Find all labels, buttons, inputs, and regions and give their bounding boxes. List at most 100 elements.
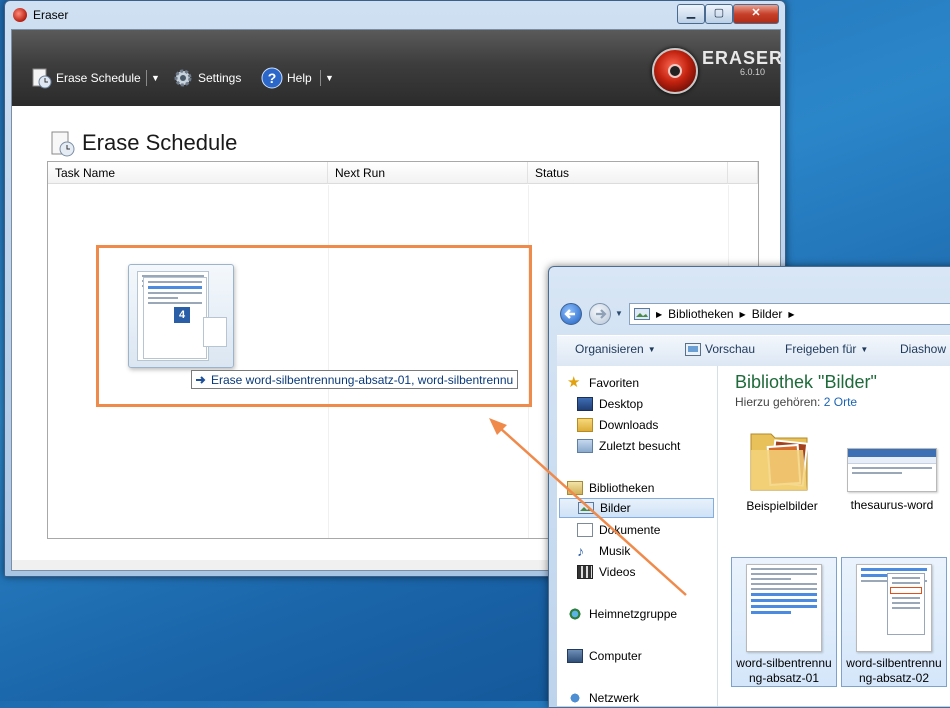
preview-button[interactable]: Vorschau <box>685 342 755 356</box>
nav-favorites[interactable]: ★ Favoriten <box>567 373 639 393</box>
nav-recent-label: Zuletzt besucht <box>599 439 681 453</box>
drag-ghost-image: 4 <box>128 264 234 368</box>
toolbar-separator <box>146 70 147 86</box>
nav-documents[interactable]: Dokumente <box>577 520 660 540</box>
network-icon <box>567 691 583 705</box>
maximize-button[interactable]: ▢ <box>705 4 733 24</box>
share-label: Freigeben für <box>785 342 857 356</box>
window-title: Eraser <box>33 8 69 22</box>
settings-label: Settings <box>198 71 242 85</box>
help-label: Help <box>287 71 312 85</box>
desktop-icon <box>577 397 593 411</box>
breadcrumb-pictures[interactable]: Bilder <box>752 307 783 321</box>
nav-favorites-label: Favoriten <box>589 376 640 390</box>
column-header-next-run[interactable]: Next Run <box>328 162 528 184</box>
erase-schedule-dropdown-arrow[interactable]: ▼ <box>151 68 160 88</box>
erase-schedule-button[interactable]: Erase Schedule <box>30 68 141 89</box>
eraser-app-icon <box>13 8 27 22</box>
library-title: Bibliothek "Bilder" <box>735 372 877 392</box>
nav-desktop-label: Desktop <box>599 397 644 411</box>
logo-name: ERASER <box>702 48 784 68</box>
file-item-thesaurus-word[interactable]: thesaurus-word <box>844 426 940 536</box>
help-icon: ? <box>261 67 283 89</box>
nav-pictures-label: Bilder <box>600 501 631 515</box>
file-item-word-silbentrennung-absatz-02[interactable]: word-silbentrennung-absatz-02 <box>841 557 947 687</box>
nav-homegroup[interactable]: Heimnetzgruppe <box>567 604 677 624</box>
documents-icon <box>577 523 593 537</box>
drag-tooltip-text: Erase word-silbentrennung-absatz-01, wor… <box>211 372 514 387</box>
computer-icon <box>567 649 583 663</box>
image-thumbnail <box>847 448 937 492</box>
nav-libraries[interactable]: Bibliotheken <box>567 478 654 498</box>
eraser-toolbar: Erase Schedule ▼ Settings ? Help ▼ ERASE… <box>12 30 784 106</box>
drag-tooltip: Erase word-silbentrennung-absatz-01, wor… <box>191 370 519 389</box>
nav-downloads[interactable]: Downloads <box>577 415 658 435</box>
nav-network[interactable]: Netzwerk <box>567 688 639 708</box>
breadcrumb-libraries[interactable]: Bibliotheken <box>668 307 733 321</box>
page-title: Erase Schedule <box>82 130 238 155</box>
help-dropdown-arrow[interactable]: ▼ <box>325 68 334 88</box>
videos-icon <box>577 565 593 579</box>
recent-places-icon <box>577 439 593 453</box>
library-locations-link[interactable]: 2 Orte <box>824 395 857 409</box>
nav-videos[interactable]: Videos <box>577 562 635 582</box>
nav-network-label: Netzwerk <box>589 691 640 705</box>
ghost-page-small <box>203 317 227 347</box>
chevron-down-icon: ▼ <box>860 344 869 354</box>
organize-button[interactable]: Organisieren ▼ <box>575 342 656 356</box>
homegroup-icon <box>567 607 583 621</box>
settings-button[interactable]: Settings <box>172 68 241 88</box>
logo-version: 6.0.10 <box>740 67 766 77</box>
slideshow-button[interactable]: Diashow <box>900 342 946 356</box>
drag-count-badge: 4 <box>173 306 191 324</box>
nav-computer[interactable]: Computer <box>567 646 642 666</box>
nav-desktop[interactable]: Desktop <box>577 394 643 414</box>
navigation-pane: ★ Favoriten Desktop Downloads Zuletzt be… <box>557 366 718 706</box>
pictures-folder-icon <box>750 433 809 491</box>
nav-music-label: Musik <box>599 544 631 558</box>
nav-music[interactable]: ♪ Musik <box>577 541 630 561</box>
file-label: Beispielbilder <box>746 499 818 513</box>
back-arrow-icon <box>564 309 575 319</box>
close-button[interactable]: ✕ <box>733 4 779 24</box>
slideshow-label: Diashow <box>900 342 947 356</box>
back-button[interactable] <box>560 303 582 325</box>
schedule-icon <box>32 68 52 89</box>
pictures-library-icon <box>634 308 650 320</box>
eraser-logo-icon <box>652 48 698 94</box>
pictures-icon <box>578 502 594 514</box>
minimize-button[interactable]: ▁ <box>677 4 705 24</box>
image-thumbnail <box>856 564 932 652</box>
column-header-status[interactable]: Status <box>528 162 728 184</box>
help-button[interactable]: ? Help <box>261 67 312 89</box>
nav-recent[interactable]: Zuletzt besucht <box>577 436 680 456</box>
preview-icon <box>685 342 701 356</box>
chevron-down-icon: ▼ <box>647 344 656 354</box>
breadcrumb-separator-icon: ▶ <box>656 309 663 319</box>
music-icon: ♪ <box>577 543 584 559</box>
explorer-window: ▼ ▶ Bibliotheken ▶ Bilder ▶ Organisieren… <box>548 266 950 708</box>
file-item-word-silbentrennung-absatz-01[interactable]: word-silbentrennung-absatz-01 <box>731 557 837 687</box>
breadcrumb-separator-icon: ▶ <box>739 309 746 319</box>
move-arrow-icon <box>196 375 206 384</box>
file-label: word-silbentrennung-absatz-01 <box>736 656 832 685</box>
libraries-icon <box>567 481 583 495</box>
recent-pages-dropdown[interactable]: ▼ <box>615 309 623 318</box>
svg-text:?: ? <box>268 70 277 86</box>
eraser-titlebar[interactable]: Eraser ▁ ▢ ✕ <box>5 1 785 29</box>
nav-pictures[interactable]: Bilder <box>559 498 714 518</box>
nav-documents-label: Dokumente <box>599 523 661 537</box>
file-item-beispielbilder[interactable]: Beispielbilder <box>735 426 829 536</box>
toolbar-separator <box>320 70 321 86</box>
forward-button[interactable] <box>589 303 611 325</box>
column-header-task-name[interactable]: Task Name <box>48 162 328 184</box>
command-bar: Organisieren ▼ Vorschau Freigeben für ▼ … <box>557 335 950 367</box>
schedule-page-icon <box>51 131 75 157</box>
column-header-filler <box>728 162 758 184</box>
share-button[interactable]: Freigeben für ▼ <box>785 342 868 356</box>
forward-arrow-icon <box>596 309 607 319</box>
breadcrumb-separator-icon: ▶ <box>788 309 795 319</box>
nav-homegroup-label: Heimnetzgruppe <box>589 607 678 621</box>
address-bar[interactable]: ▶ Bibliotheken ▶ Bilder ▶ <box>629 303 950 325</box>
image-thumbnail <box>746 564 822 652</box>
